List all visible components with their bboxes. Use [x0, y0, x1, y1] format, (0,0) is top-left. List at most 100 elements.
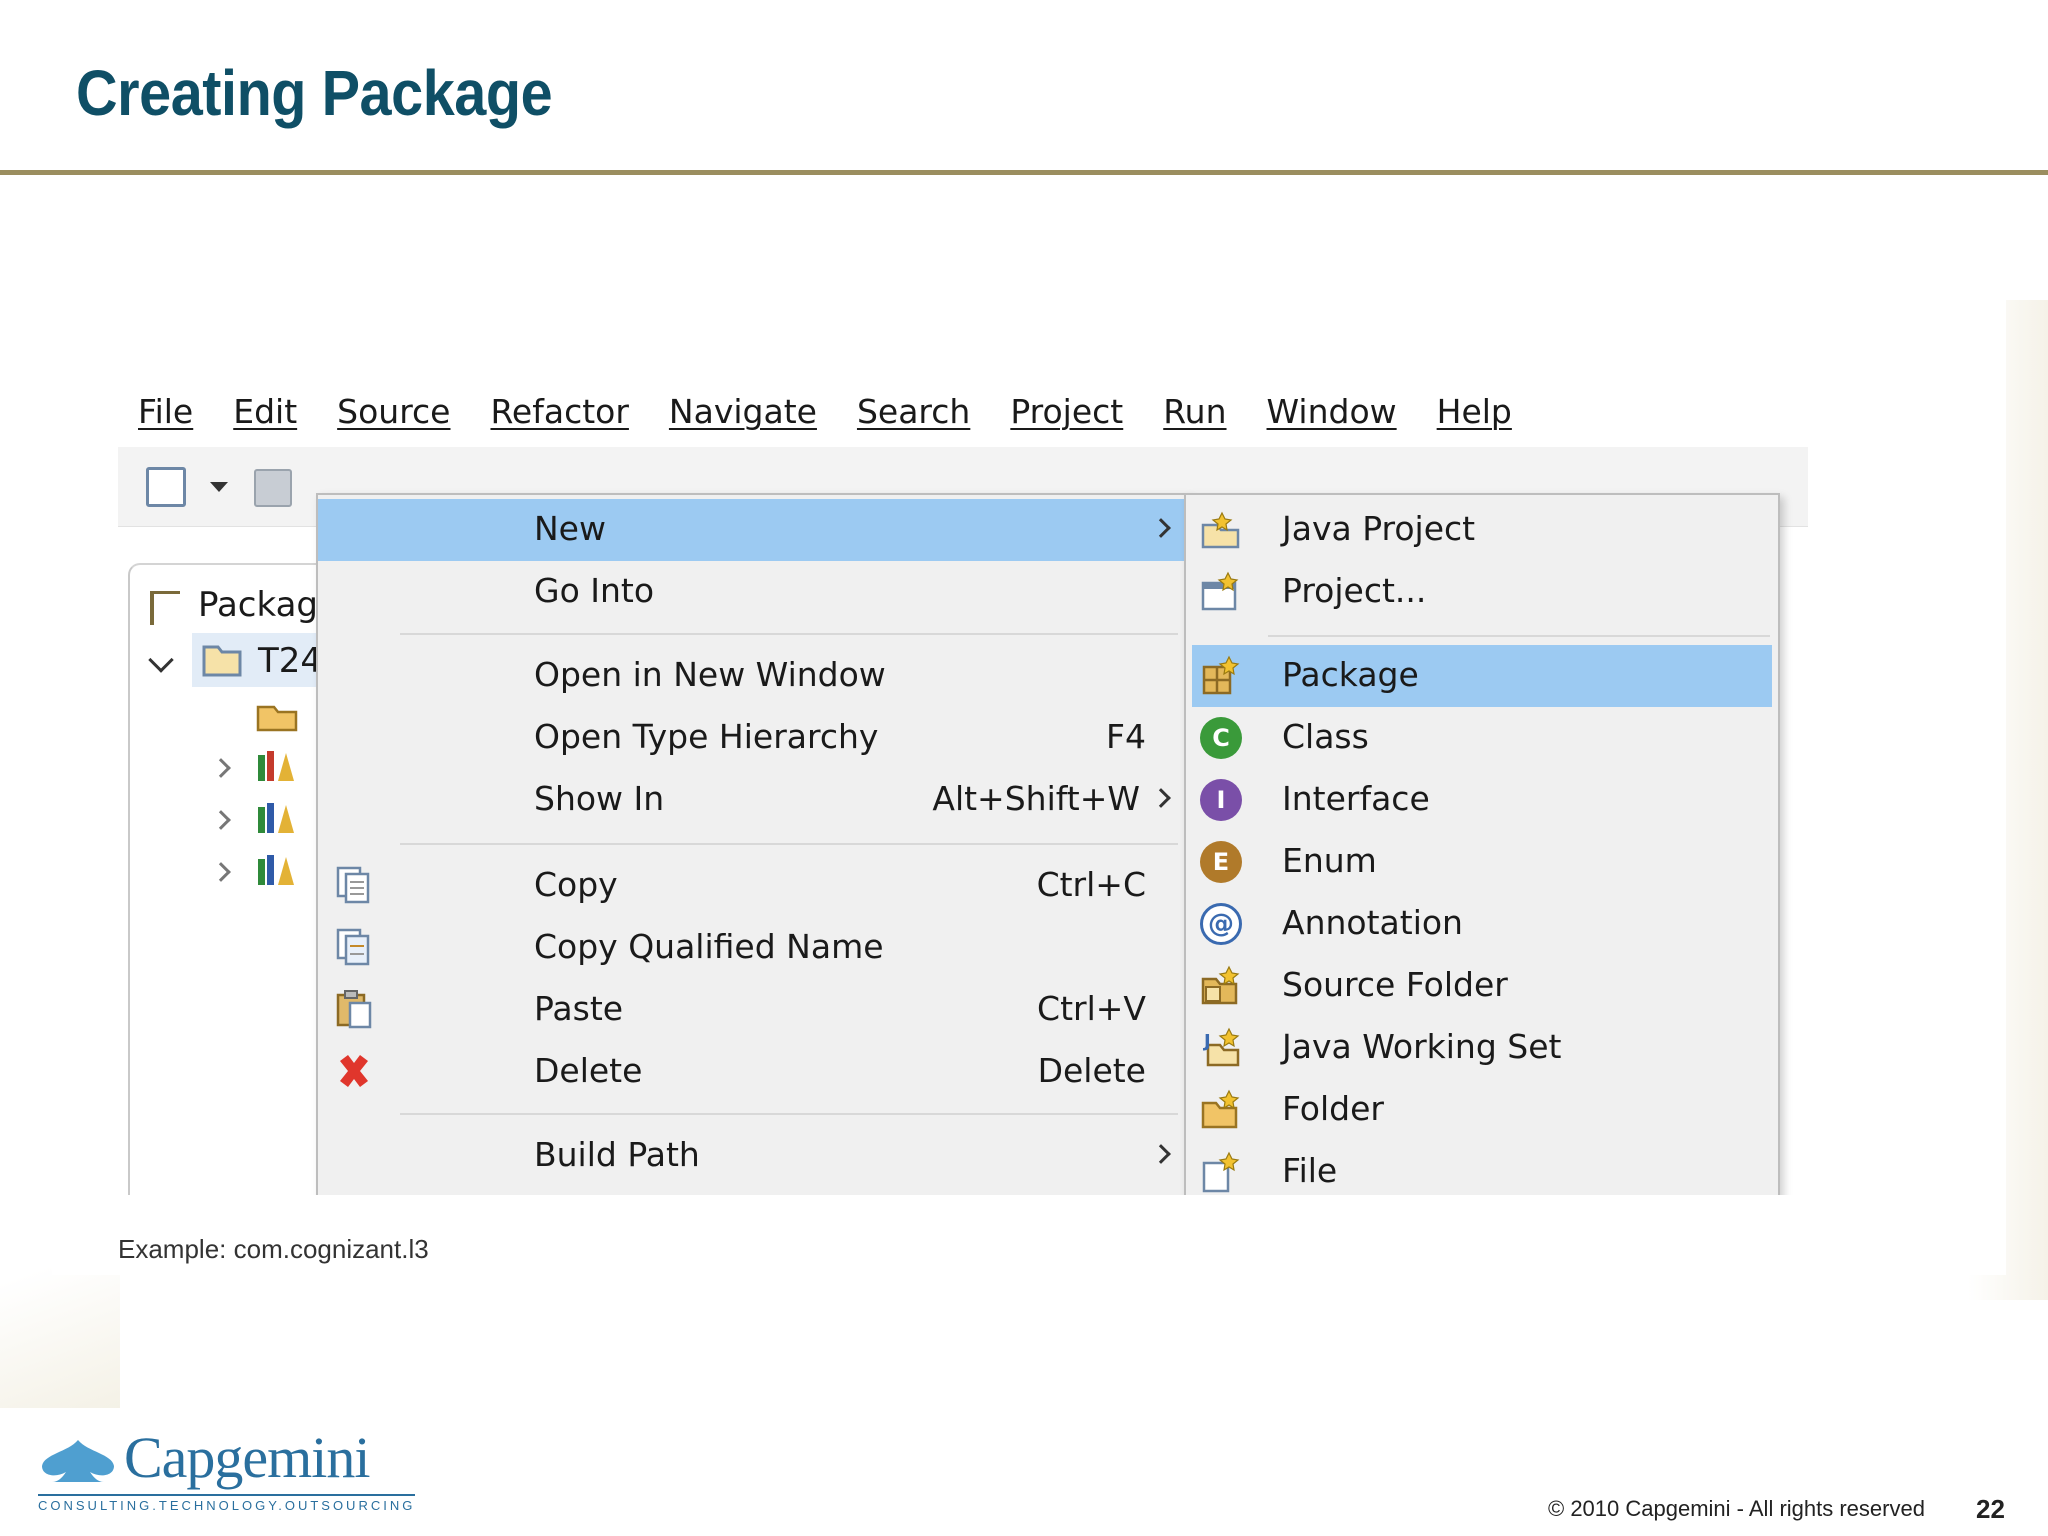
- menu-bar: File Edit Source Refactor Navigate Searc…: [118, 375, 1808, 447]
- submenu-item-label: Java Working Set: [1282, 1027, 1562, 1066]
- menu-item-label: Paste: [534, 989, 624, 1028]
- enum-icon: E: [1200, 841, 1242, 883]
- submenu-item-label: Enum: [1282, 841, 1377, 880]
- copyright-notice: © 2010 Capgemini - All rights reserved: [1548, 1496, 1925, 1521]
- menu-item-label: Copy: [534, 865, 618, 904]
- open-project-folder-icon: [202, 645, 242, 677]
- menu-item-label: Delete: [534, 1051, 643, 1090]
- menu-search[interactable]: Search: [857, 392, 970, 431]
- interface-icon: I: [1200, 779, 1242, 821]
- menu-item-paste[interactable]: Paste Ctrl+V: [318, 979, 1186, 1041]
- logo-wordmark: Capgemini: [124, 1425, 371, 1490]
- eclipse-screenshot: File Edit Source Refactor Navigate Searc…: [118, 375, 1808, 1195]
- page-number: 22: [1976, 1494, 2005, 1524]
- project-name[interactable]: T24: [258, 641, 322, 681]
- project-icon: [1201, 571, 1239, 611]
- context-menu: New Go Into Open in New Window Open Type…: [316, 493, 1188, 1195]
- shortcut-label: Ctrl+C: [1036, 865, 1146, 904]
- submenu-arrow-icon: [1151, 518, 1171, 538]
- library-icon: [258, 751, 294, 781]
- menu-item-open-type-hierarchy[interactable]: Open Type Hierarchy F4: [318, 707, 1186, 769]
- java-project-icon: [1201, 511, 1240, 549]
- shortcut-label: Ctrl+V: [1037, 989, 1146, 1028]
- menu-separator: [1268, 635, 1770, 637]
- dropdown-arrow-icon[interactable]: [210, 482, 228, 492]
- menu-window[interactable]: Window: [1267, 392, 1397, 431]
- menu-item-label: Copy Qualified Name: [534, 927, 884, 966]
- menu-item-build-path[interactable]: Build Path: [318, 1125, 1186, 1187]
- submenu-item-folder[interactable]: Folder: [1186, 1079, 1778, 1141]
- copy-qualified-icon: [336, 928, 370, 966]
- menu-item-go-into[interactable]: Go Into: [318, 561, 1186, 623]
- menu-item-label: Show In: [534, 779, 665, 818]
- capgemini-spade-logo-icon: [42, 1440, 114, 1482]
- submenu-item-java-project[interactable]: Java Project: [1186, 499, 1778, 561]
- menu-item-show-in[interactable]: Show In Alt+Shift+W: [318, 769, 1186, 831]
- submenu-arrow-icon: [1151, 788, 1171, 808]
- menu-item-new[interactable]: New: [318, 499, 1186, 561]
- annotation-icon: @: [1200, 903, 1242, 945]
- submenu-item-label: Package: [1282, 655, 1419, 694]
- new-submenu: Java Project Project... Package C Class …: [1184, 493, 1780, 1195]
- menu-navigate[interactable]: Navigate: [669, 392, 817, 431]
- menu-help[interactable]: Help: [1437, 392, 1512, 431]
- paste-icon: [336, 990, 372, 1029]
- menu-project[interactable]: Project: [1010, 392, 1123, 431]
- menu-run[interactable]: Run: [1163, 392, 1226, 431]
- submenu-item-annotation[interactable]: @ Annotation: [1186, 893, 1778, 955]
- submenu-item-source-folder[interactable]: Source Folder: [1186, 955, 1778, 1017]
- menu-item-label: Build Path: [534, 1135, 700, 1174]
- menu-separator: [400, 633, 1178, 635]
- menu-item-label: Open in New Window: [534, 655, 886, 694]
- menu-item-label: Open Type Hierarchy: [534, 717, 879, 756]
- shortcut-label: Alt+Shift+W: [932, 779, 1140, 818]
- package-explorer-title[interactable]: Packag: [198, 585, 318, 625]
- submenu-item-file[interactable]: File: [1186, 1141, 1778, 1195]
- submenu-item-label: Class: [1282, 717, 1369, 756]
- shortcut-label: F4: [1106, 717, 1146, 756]
- menu-separator: [400, 1113, 1178, 1115]
- folder-icon: [1201, 1089, 1240, 1129]
- title-divider: [0, 170, 2048, 175]
- slide-title: Creating Package: [76, 57, 553, 129]
- submenu-item-label: Folder: [1282, 1089, 1384, 1128]
- submenu-item-class[interactable]: C Class: [1186, 707, 1778, 769]
- copy-icon: [336, 866, 370, 904]
- java-working-set-icon: J: [1202, 1027, 1240, 1067]
- menu-item-copy[interactable]: Copy Ctrl+C: [318, 855, 1186, 917]
- menu-item-label: New: [534, 509, 606, 548]
- submenu-item-label: Interface: [1282, 779, 1430, 818]
- submenu-arrow-icon: [1151, 1144, 1171, 1164]
- menu-item-copy-qualified-name[interactable]: Copy Qualified Name: [318, 917, 1186, 979]
- menu-file[interactable]: File: [138, 392, 193, 431]
- submenu-item-label: File: [1282, 1151, 1338, 1190]
- delete-icon: [340, 1055, 368, 1087]
- logo-tagline: CONSULTING.TECHNOLOGY.OUTSOURCING: [38, 1494, 416, 1513]
- source-folder-icon: [1201, 965, 1240, 1005]
- submenu-item-project[interactable]: Project...: [1186, 561, 1778, 623]
- package-folder-icon: [256, 705, 298, 732]
- menu-separator: [400, 843, 1178, 845]
- package-icon: [1202, 655, 1240, 695]
- menu-refactor[interactable]: Refactor: [490, 392, 628, 431]
- submenu-item-label: Annotation: [1282, 903, 1463, 942]
- example-caption: Example: com.cognizant.l3: [118, 1234, 429, 1264]
- shortcut-label: Delete: [1037, 1051, 1146, 1090]
- svg-text:J: J: [1202, 1031, 1211, 1052]
- library-icon: [258, 803, 294, 833]
- submenu-item-package[interactable]: Package: [1192, 645, 1772, 707]
- submenu-item-interface[interactable]: I Interface: [1186, 769, 1778, 831]
- submenu-item-java-working-set[interactable]: J Java Working Set: [1186, 1017, 1778, 1079]
- menu-item-delete[interactable]: Delete Delete: [318, 1041, 1186, 1103]
- save-icon[interactable]: [254, 469, 292, 507]
- submenu-item-label: Project...: [1282, 571, 1427, 610]
- submenu-item-enum[interactable]: E Enum: [1186, 831, 1778, 893]
- menu-item-open-new-window[interactable]: Open in New Window: [318, 645, 1186, 707]
- file-icon: [1202, 1151, 1240, 1193]
- new-wizard-icon[interactable]: [146, 467, 186, 507]
- package-explorer-icon: [150, 591, 180, 625]
- submenu-item-label: Java Project: [1282, 509, 1476, 548]
- menu-edit[interactable]: Edit: [233, 392, 297, 431]
- menu-source[interactable]: Source: [337, 392, 450, 431]
- class-icon: C: [1200, 717, 1242, 759]
